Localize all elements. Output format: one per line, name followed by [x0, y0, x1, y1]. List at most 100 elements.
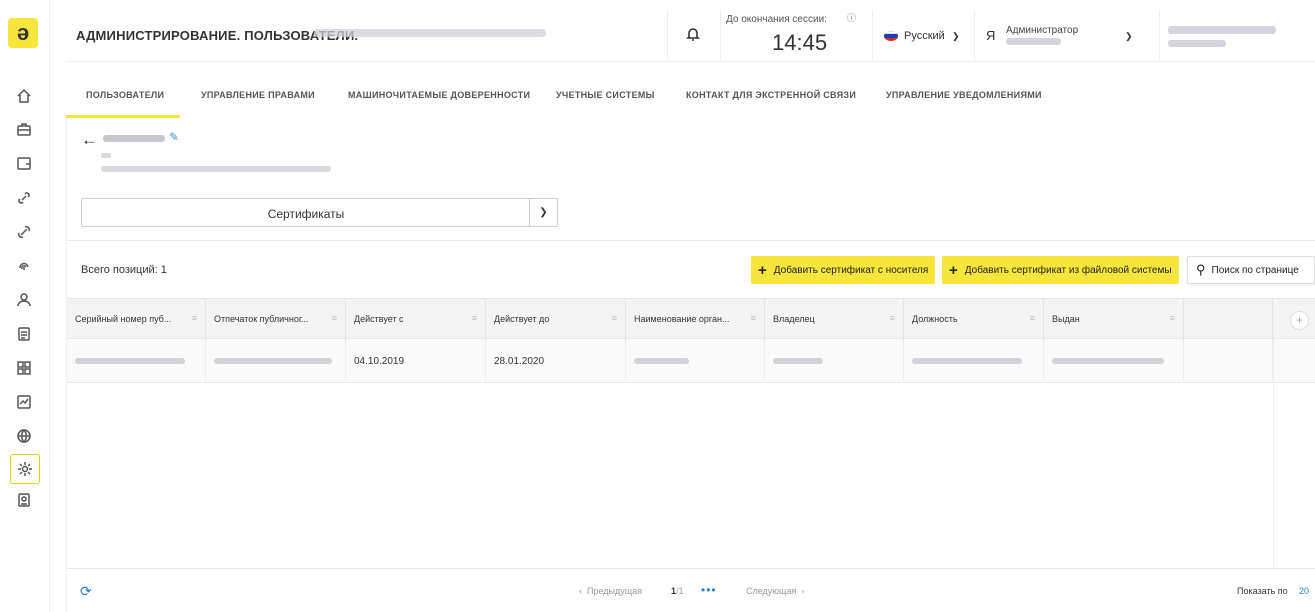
column-divider [1273, 340, 1274, 570]
redacted-user-name [1006, 38, 1061, 45]
redacted-value [214, 358, 332, 364]
sort-icon[interactable]: ≡ [612, 313, 617, 323]
column-header[interactable]: Должность ≡ [904, 299, 1044, 340]
document-icon[interactable] [12, 322, 36, 346]
fingerprint-icon[interactable] [12, 254, 36, 278]
link-icon[interactable] [12, 186, 36, 210]
tab-emergency-contact[interactable]: КОНТАКТ ДЛЯ ЭКСТРЕННОЙ СВЯЗИ [686, 90, 856, 100]
section-select[interactable]: Сертификаты ❯ [81, 198, 558, 227]
refresh-icon[interactable]: ⟳ [80, 583, 92, 600]
tab-bar: ПОЛЬЗОВАТЕЛИ УПРАВЛЕНИЕ ПРАВАМИ МАШИНОЧИ… [66, 62, 1315, 118]
bell-icon[interactable] [685, 26, 703, 44]
column-header[interactable]: Выдан ≡ [1044, 299, 1184, 340]
redacted-person-name [103, 135, 165, 142]
sort-icon[interactable]: ≡ [890, 313, 895, 323]
table-footer: ⟳ ‹ Предыдущая 1/1 ••• Следующая › Показ… [67, 568, 1315, 612]
column-header[interactable]: Отпечаток публичног... ≡ [206, 299, 346, 340]
cell-owner [765, 340, 904, 383]
back-arrow-icon[interactable]: ← [81, 130, 98, 150]
plus-icon: + [949, 261, 958, 279]
cell-issued-by [1044, 340, 1184, 383]
search-icon: ⚲ [1196, 262, 1206, 277]
cell-valid-to: 28.01.2020 [486, 340, 626, 383]
logo-icon[interactable]: ə [8, 18, 38, 48]
tab-users[interactable]: ПОЛЬЗОВАТЕЛИ [86, 90, 164, 100]
add-cert-from-media-label: Добавить сертификат с носителя [773, 264, 929, 276]
session-label: До окончания сессии: [726, 14, 827, 25]
sort-icon[interactable]: ≡ [1030, 313, 1035, 323]
next-page-button[interactable]: Следующая › [746, 586, 804, 596]
section-select-value: Сертификаты [267, 207, 345, 221]
main-content: ← ✎ Сертификаты ❯ Всего позиций: 1 + Доб… [66, 118, 1315, 612]
column-header[interactable]: Действует с ≡ [346, 299, 486, 340]
redacted-org-name [1168, 26, 1276, 34]
table-header: Серийный номер пуб... ≡ Отпечаток публичн… [67, 298, 1315, 340]
settings-icon[interactable] [10, 454, 40, 484]
tab-accounting-systems[interactable]: УЧЕТНЫЕ СИСТЕМЫ [556, 90, 655, 100]
language-selector[interactable]: Русский [904, 30, 945, 42]
home-icon[interactable] [12, 84, 36, 108]
table-row[interactable]: 04.10.2019 28.01.2020 [67, 340, 1315, 383]
plus-icon: + [758, 261, 767, 279]
sidebar: ə [0, 0, 50, 612]
app-root: ə АДМИНИСТРИРОВАНИЕ. ПОЛЬЗОВАТЕЛИ. До ок… [0, 0, 1315, 612]
redacted-value [912, 358, 1022, 364]
wallet-icon[interactable] [12, 151, 36, 175]
add-column-icon[interactable]: + [1290, 311, 1309, 330]
column-header-empty [1184, 299, 1273, 340]
page-size-select[interactable]: 20 [1299, 586, 1309, 596]
redacted-value [75, 358, 185, 364]
redacted-value [773, 358, 823, 364]
prev-page-button[interactable]: ‹ Предыдущая [579, 586, 642, 596]
redacted-value [634, 358, 689, 364]
grid-icon[interactable] [12, 356, 36, 380]
search-button[interactable]: ⚲ Поиск по странице [1187, 256, 1315, 284]
redacted-email [101, 166, 331, 172]
header-divider [974, 10, 975, 60]
user-icon[interactable] [12, 288, 36, 312]
chain-icon[interactable] [12, 220, 36, 244]
russia-flag-icon [884, 31, 898, 41]
redacted-detail [101, 153, 111, 158]
column-header[interactable]: Действует до ≡ [486, 299, 626, 340]
header-divider [720, 10, 721, 60]
book-icon[interactable] [12, 488, 36, 512]
cell-serial [67, 340, 206, 383]
cell-valid-from: 04.10.2019 [346, 340, 486, 383]
globe-icon[interactable] [12, 424, 36, 448]
cell-empty [1184, 340, 1273, 383]
add-cert-from-file-label: Добавить сертификат из файловой системы [964, 264, 1172, 276]
header-divider [1159, 10, 1160, 60]
redacted-value [1052, 358, 1164, 364]
chart-icon[interactable] [12, 390, 36, 414]
tab-machine-poa[interactable]: МАШИНОЧИТАЕМЫЕ ДОВЕРЕННОСТИ [348, 90, 530, 100]
total-count: Всего позиций: 1 [81, 264, 167, 276]
tab-rights[interactable]: УПРАВЛЕНИЕ ПРАВАМИ [201, 90, 315, 100]
cell-thumbprint [206, 340, 346, 383]
sort-icon[interactable]: ≡ [751, 313, 756, 323]
pencil-icon[interactable]: ✎ [169, 130, 179, 144]
sort-icon[interactable]: ≡ [472, 313, 477, 323]
chevron-down-icon[interactable]: ❯ [529, 199, 557, 226]
header-divider [872, 10, 873, 60]
cell-org-name [626, 340, 765, 383]
briefcase-icon[interactable] [12, 117, 36, 141]
column-header[interactable]: Серийный номер пуб... ≡ [67, 299, 206, 340]
user-role[interactable]: Администратор [1006, 25, 1078, 36]
chevron-down-icon[interactable]: ❯ [952, 31, 960, 42]
column-header[interactable]: Владелец ≡ [765, 299, 904, 340]
sort-icon[interactable]: ≡ [192, 313, 197, 323]
chevron-down-icon[interactable]: ❯ [1125, 31, 1133, 42]
session-timer: 14:45 [772, 30, 828, 55]
column-header[interactable]: Наименование орган... ≡ [626, 299, 765, 340]
sort-icon[interactable]: ≡ [332, 313, 337, 323]
user-icon: Я [986, 28, 996, 43]
redacted-user-id [314, 29, 546, 37]
tab-notifications[interactable]: УПРАВЛЕНИЕ УВЕДОМЛЕНИЯМИ [886, 90, 1042, 100]
page-indicator: 1/1 [671, 586, 684, 596]
add-cert-from-file-button[interactable]: + Добавить сертификат из файловой систем… [942, 256, 1179, 284]
page-size-label: Показать по [1237, 586, 1288, 596]
more-pages-button[interactable]: ••• [701, 583, 717, 597]
add-cert-from-media-button[interactable]: + Добавить сертификат с носителя [751, 256, 936, 284]
sort-icon[interactable]: ≡ [1170, 313, 1175, 323]
